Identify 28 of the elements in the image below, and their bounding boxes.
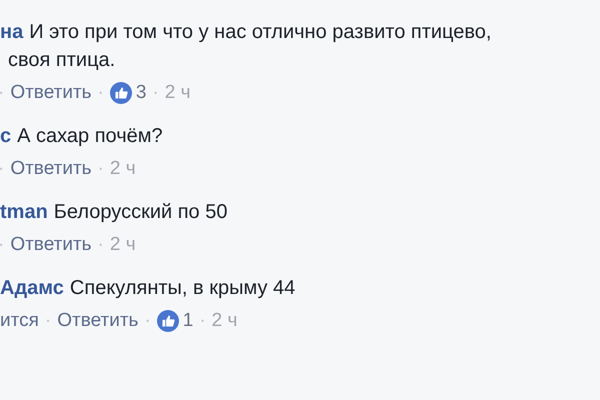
- author-name[interactable]: с: [0, 125, 12, 147]
- action-link[interactable]: Ответить: [10, 154, 92, 184]
- action-link[interactable]: ится: [0, 306, 39, 336]
- separator-dot: ·: [98, 81, 104, 105]
- separator-dot: ·: [98, 157, 104, 181]
- action-link[interactable]: Ответить: [57, 306, 138, 336]
- like-count: 1: [182, 309, 194, 333]
- action-link[interactable]: Ответить: [10, 78, 92, 108]
- comment-text: А сахар почём?: [17, 125, 163, 147]
- separator-dot: ·: [152, 81, 159, 105]
- author-name[interactable]: Адамс: [0, 277, 64, 299]
- like-count: 3: [136, 81, 146, 105]
- separator-dot: ·: [0, 157, 4, 181]
- separator-dot: ·: [44, 309, 52, 333]
- separator-dot: ·: [0, 233, 4, 257]
- author-name[interactable]: tman: [0, 201, 48, 223]
- separator-dot: ·: [199, 309, 206, 333]
- comment-text: своя птица.: [8, 49, 116, 71]
- separator-dot: ·: [0, 81, 4, 105]
- comment-text: Спекулянты, в крыму 44: [70, 277, 296, 299]
- separator-dot: ·: [98, 233, 104, 257]
- author-name[interactable]: на: [0, 21, 24, 43]
- like-icon[interactable]: [110, 82, 132, 104]
- comment-text: И это при том что у нас отлично развито птицево,: [29, 21, 492, 43]
- action-link[interactable]: Ответить: [10, 230, 92, 260]
- like-icon[interactable]: [156, 310, 179, 332]
- comment-text: Белорусский по 50: [54, 201, 228, 223]
- separator-dot: ·: [144, 309, 151, 333]
